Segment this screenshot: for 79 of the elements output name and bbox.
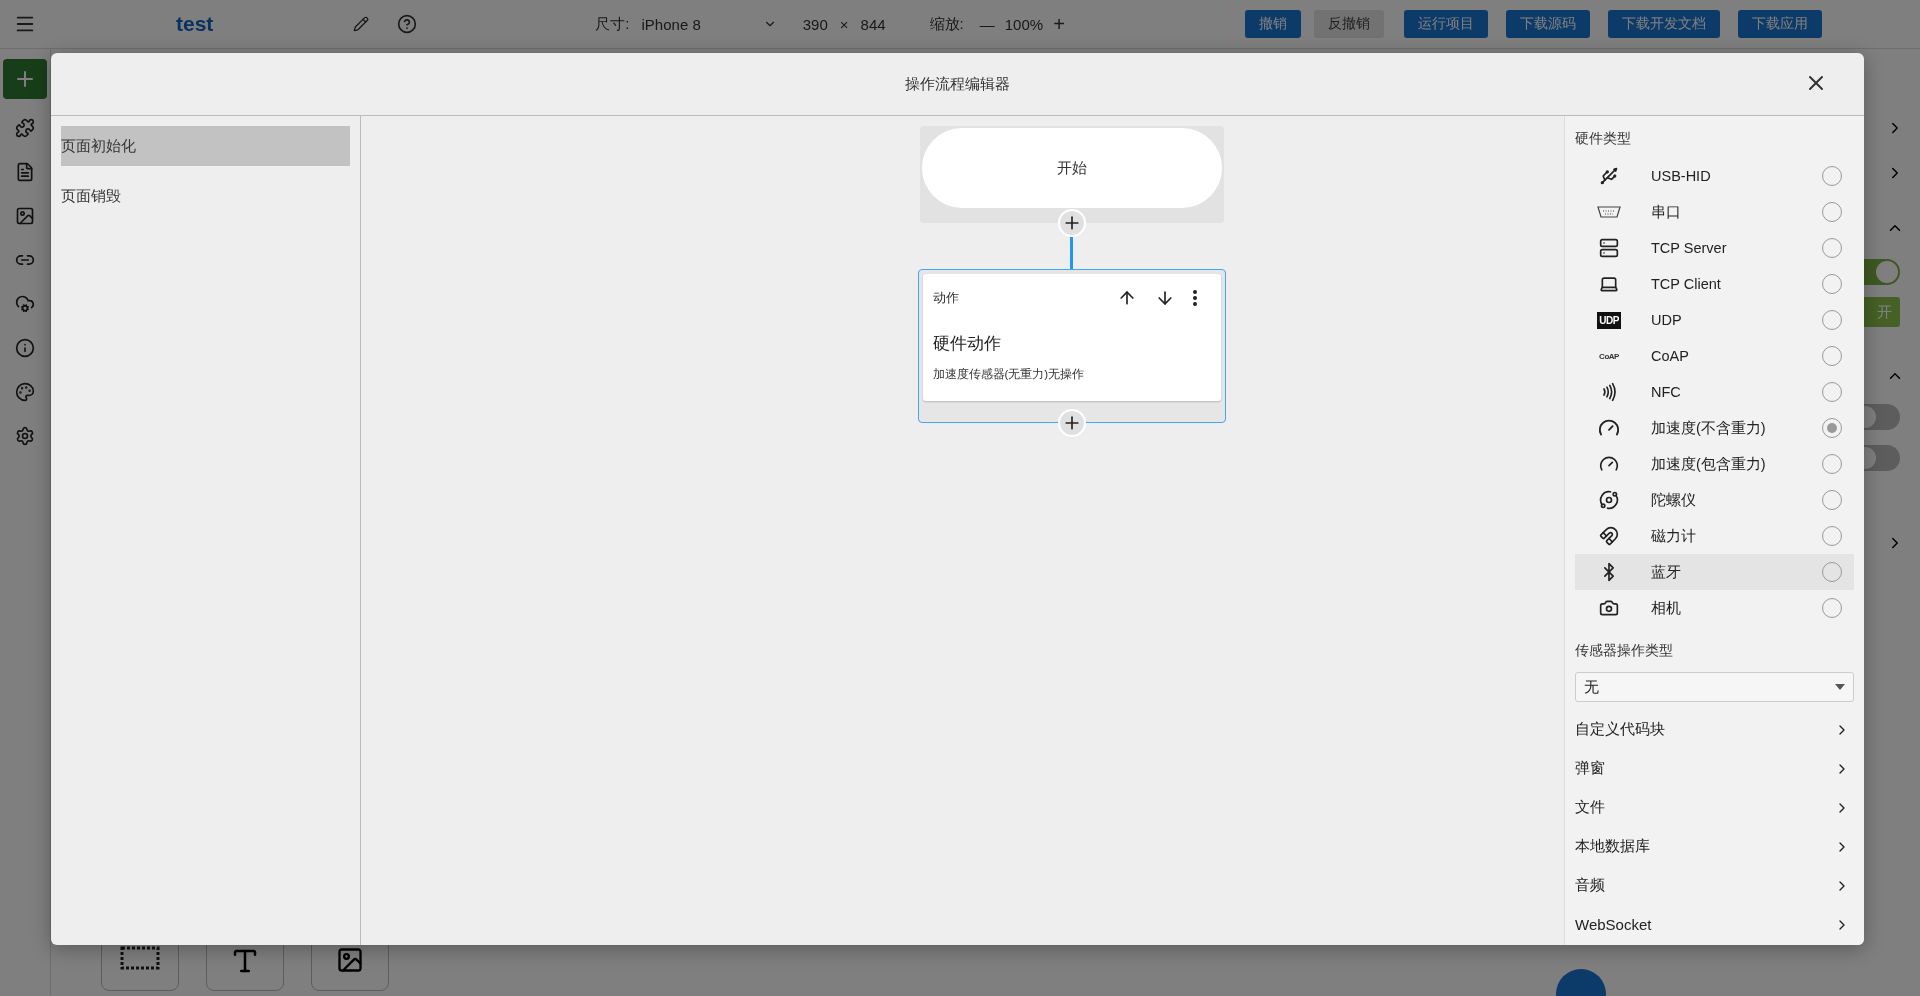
hardware-option[interactable]: 蓝牙 [1575,554,1854,590]
option-label: 蓝牙 [1651,562,1682,582]
frame-icon [120,946,160,970]
usb-icon [1599,166,1619,186]
hardware-option[interactable]: USB-HID [1575,158,1854,194]
operation-select[interactable]: 无 [1575,672,1854,702]
option-label: USB-HID [1651,168,1712,184]
hardware-option[interactable]: 相机 [1575,590,1854,626]
action-title: 硬件动作 [932,333,1002,355]
times-sign: × [839,15,849,33]
puzzle-icon [15,118,35,138]
action-header: 动作 [932,289,960,307]
height-value: 844 [860,15,886,33]
option-label: 陀螺仪 [1651,490,1697,510]
dialog-title: 操作流程编辑器 [905,74,1010,94]
option-label: NFC [1651,384,1682,400]
option-label: 相机 [1651,598,1682,618]
zoom-in-button[interactable]: + [1053,12,1065,36]
action-description: 加速度传感器(无重力)无操作 [932,367,1086,382]
coap-icon: CoAP [1599,351,1619,361]
image-icon [336,946,364,974]
field-label: 传感器操作类型 [1575,642,1674,660]
start-node[interactable]: 开始 [921,128,1222,208]
help-icon[interactable] [397,14,418,34]
event-item[interactable]: 页面销毁 [61,176,350,216]
add-step-button[interactable] [1057,409,1086,437]
add-button[interactable] [3,59,47,99]
zoom-out-button[interactable]: — [979,15,995,33]
expandable-section[interactable]: 文件 [1575,788,1854,827]
hardware-option[interactable]: CoAP CoAP [1575,338,1854,374]
option-label: TCP Client [1651,276,1722,292]
option-label: 加速度(包含重力) [1651,454,1767,474]
size-label: 尺寸: [595,14,630,34]
zoom-label: 缩放: [929,14,964,34]
server-icon [1599,238,1619,258]
expandable-section[interactable]: 音频 [1575,866,1854,905]
laptop-icon [1599,274,1619,294]
more-icon [1192,290,1197,306]
hardware-option[interactable]: NFC [1575,374,1854,410]
option-label: 串口 [1651,202,1682,222]
width-value: 390 [802,15,828,33]
pencil-icon[interactable] [353,16,370,32]
connector-line [1070,237,1073,269]
option-label: 磁力计 [1651,526,1697,546]
expandable-section[interactable]: 弹窗 [1575,749,1854,788]
action-card[interactable]: 动作 硬件动作 加速度传感器(无重力)无操作 [922,274,1221,401]
device-name[interactable]: iPhone 8 [641,15,701,33]
serial-port-icon [1597,205,1621,219]
option-label: UDP [1651,312,1683,328]
action-node-group[interactable]: 动作 硬件动作 加速度传感器(无重力)无操作 [917,269,1226,423]
expandable-section[interactable]: WebSocket [1575,905,1854,944]
option-label: TCP Server [1651,240,1728,256]
hardware-option[interactable]: 加速度(包含重力) [1575,446,1854,482]
gyroscope-icon [1599,490,1619,510]
hardware-option[interactable]: 磁力计 [1575,518,1854,554]
hardware-option[interactable]: 加速度(不含重力) [1575,410,1854,446]
zoom-value: 100% [1004,15,1044,33]
cloud-icon [15,294,35,314]
more-button[interactable] [1192,290,1197,306]
hardware-option[interactable]: TCP Server [1575,230,1854,266]
option-label: CoAP [1651,348,1690,364]
document-icon [15,162,35,182]
expandable-section[interactable]: 自定义代码块 [1575,710,1854,749]
gauge-icon [1599,454,1619,474]
caret-icon [1835,684,1845,690]
magnet-icon [1599,526,1619,546]
hardware-option[interactable]: 陀螺仪 [1575,482,1854,518]
udp-icon: UDP [1597,311,1621,329]
section-heading: 硬件类型 [1575,130,1632,148]
event-item[interactable]: 页面初始化 [61,126,350,166]
camera-icon [1599,598,1619,618]
image-icon [15,206,35,226]
option-label: 加速度(不含重力) [1651,418,1767,438]
hardware-option[interactable]: 串口 [1575,194,1854,230]
settings-icon [15,426,35,446]
expandable-section[interactable]: 本地数据库 [1575,827,1854,866]
info-icon [15,338,35,358]
palette-icon [15,382,35,402]
project-name: test [176,12,214,36]
